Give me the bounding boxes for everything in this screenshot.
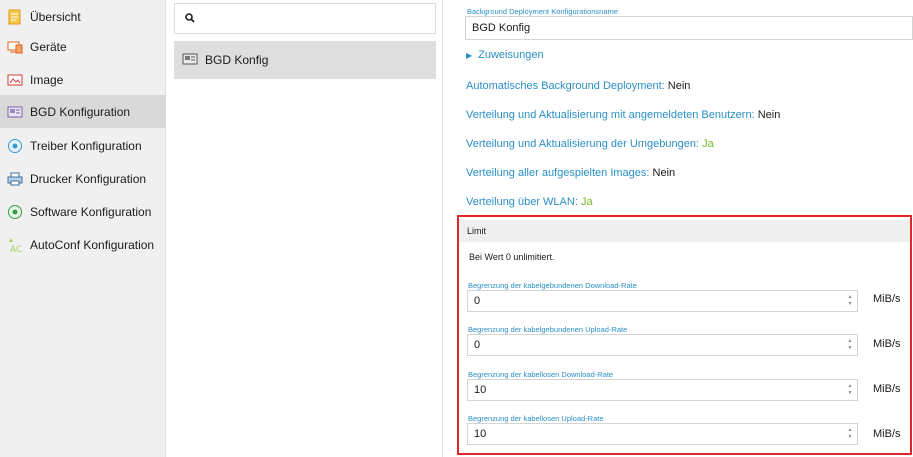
sidebar-item-printer-configuration[interactable]: Drucker Konfiguration xyxy=(0,162,166,195)
driver-config-icon xyxy=(6,137,23,154)
wired-upload-label: Begrenzung der kabelgebundenen Upload-Ra… xyxy=(468,325,628,334)
caret-right-icon: ▶ xyxy=(466,50,473,60)
setting-value: Ja xyxy=(702,138,714,150)
sidebar-item-label: Software Konfiguration xyxy=(30,204,152,219)
sidebar-item-image[interactable]: Image xyxy=(0,63,166,96)
sidebar-item-label: Übersicht xyxy=(30,9,81,24)
devices-icon xyxy=(6,38,23,55)
setting-label: Verteilung aller aufgespielten Images: xyxy=(466,167,650,179)
list-item-label: BGD Konfig xyxy=(205,53,269,67)
sidebar-item-autoconf-configuration[interactable]: AC AutoConf Konfiguration xyxy=(0,228,166,261)
limit-section: Limit Bei Wert 0 unlimitiert. Begrenzung… xyxy=(457,215,912,455)
wireless-upload-label: Begrenzung der kabellosen Upload-Rate xyxy=(468,414,604,423)
printer-config-icon xyxy=(6,170,23,187)
software-config-icon xyxy=(6,203,23,220)
limit-header: Limit xyxy=(459,220,910,242)
overview-icon xyxy=(6,8,23,25)
wireless-upload-input[interactable]: 10 ▲ ▼ xyxy=(467,423,858,445)
input-value: 0 xyxy=(474,339,481,351)
input-value: 10 xyxy=(474,384,487,396)
name-field-label: Background Deployment Konfigurationsname xyxy=(467,7,618,16)
input-value: 0 xyxy=(474,295,481,307)
sidebar-item-label: AutoConf Konfiguration xyxy=(30,237,155,252)
search-icon xyxy=(185,12,195,26)
spinner-icon[interactable]: ▲ ▼ xyxy=(846,428,854,440)
wireless-download-input[interactable]: 10 ▲ ▼ xyxy=(467,379,858,401)
setting-value: Nein xyxy=(757,109,781,121)
wireless-download-label: Begrenzung der kabellosen Download-Rate xyxy=(468,370,614,379)
spinner-icon[interactable]: ▲ ▼ xyxy=(846,339,854,351)
sidebar-item-bgd-configuration[interactable]: BGD Konfiguration xyxy=(0,95,166,128)
limit-note: Bei Wert 0 unlimitiert. xyxy=(469,252,555,262)
sidebar-item-driver-configuration[interactable]: Treiber Konfiguration xyxy=(0,129,166,162)
wired-download-label: Begrenzung der kabelgebundenen Download-… xyxy=(468,281,637,290)
setting-all-images[interactable]: Verteilung aller aufgespielten Images: N… xyxy=(466,167,675,179)
search-input[interactable] xyxy=(174,3,436,34)
wired-upload-input[interactable]: 0 ▲ ▼ xyxy=(467,334,858,356)
unit-label: MiB/s xyxy=(873,293,901,305)
unit-label: MiB/s xyxy=(873,428,901,440)
config-name-field[interactable]: BGD Konfig xyxy=(465,16,913,40)
sidebar-item-devices[interactable]: Geräte xyxy=(0,30,166,63)
assignments-label: Zuweisungen xyxy=(478,49,544,61)
setting-wlan[interactable]: Verteilung über WLAN: Ja xyxy=(466,196,593,208)
sidebar-item-label: Image xyxy=(30,72,64,87)
input-value: 10 xyxy=(474,428,487,440)
sidebar: Übersicht Geräte Image BGD Konfiguration… xyxy=(0,0,166,457)
setting-label: Verteilung über WLAN: xyxy=(466,196,578,208)
setting-value: Ja xyxy=(580,196,593,208)
unit-label: MiB/s xyxy=(873,338,901,350)
assignments-toggle[interactable]: ▶ Zuweisungen xyxy=(466,49,544,61)
autoconf-config-icon: AC xyxy=(6,236,23,253)
sidebar-item-label: BGD Konfiguration xyxy=(30,104,131,119)
unit-label: MiB/s xyxy=(873,383,901,395)
config-list-panel: BGD Konfig xyxy=(166,0,443,457)
sidebar-item-software-configuration[interactable]: Software Konfiguration xyxy=(0,195,166,228)
setting-label: Verteilung und Aktualisierung der Umgebu… xyxy=(466,138,699,150)
bgd-config-icon xyxy=(6,103,23,120)
setting-label: Verteilung und Aktualisierung mit angeme… xyxy=(466,109,755,121)
sidebar-item-label: Geräte xyxy=(30,39,67,54)
svg-text:AC: AC xyxy=(10,245,22,253)
sidebar-item-label: Treiber Konfiguration xyxy=(30,138,142,153)
setting-logged-in-users[interactable]: Verteilung und Aktualisierung mit angeme… xyxy=(466,109,780,121)
setting-value: Nein xyxy=(667,80,691,92)
setting-environments[interactable]: Verteilung und Aktualisierung der Umgebu… xyxy=(466,138,714,150)
config-name-value: BGD Konfig xyxy=(472,22,531,34)
setting-auto-bgd[interactable]: Automatisches Background Deployment: Nei… xyxy=(466,80,690,92)
spinner-icon[interactable]: ▲ ▼ xyxy=(846,384,854,396)
spinner-icon[interactable]: ▲ ▼ xyxy=(846,295,854,307)
setting-value: Nein xyxy=(652,167,676,179)
wired-download-input[interactable]: 0 ▲ ▼ xyxy=(467,290,858,312)
list-item[interactable]: BGD Konfig xyxy=(174,41,436,79)
sidebar-item-overview[interactable]: Übersicht xyxy=(0,0,166,33)
detail-panel: Background Deployment Konfigurationsname… xyxy=(443,0,913,457)
bgd-config-icon xyxy=(182,52,198,69)
setting-label: Automatisches Background Deployment: xyxy=(466,80,665,92)
image-icon xyxy=(6,71,23,88)
sidebar-item-label: Drucker Konfiguration xyxy=(30,171,147,186)
